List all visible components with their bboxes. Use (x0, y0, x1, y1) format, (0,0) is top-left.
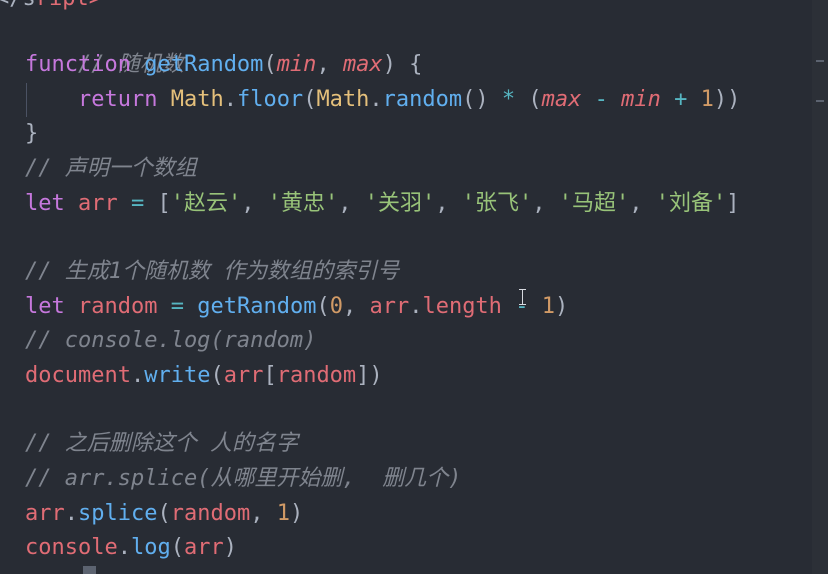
prop-length: length (422, 294, 502, 319)
var-random: random (170, 501, 251, 526)
comment-text: // console.log(random) (25, 328, 317, 353)
var-min: min (621, 87, 661, 112)
obj-document: document (25, 363, 131, 388)
code-line-document-write[interactable]: document.write(arr[random]) (25, 359, 383, 393)
code-line-comment-console[interactable]: // console.log(random) (25, 324, 316, 358)
code-line-comment-generate[interactable]: // 生成1个随机数 作为数组的索引号 (25, 255, 399, 289)
code-line-comment-delete[interactable]: // 之后删除这个 人的名字 (25, 427, 298, 461)
keyword-let: let (25, 294, 65, 319)
code-line-array-decl[interactable]: let arr = ['赵云', '黄忠', '关羽', '张飞', '马超',… (25, 187, 740, 221)
string-item: '马超' (558, 191, 630, 216)
code-line-random-decl[interactable]: let random = getRandom(0, arr.length - 1… (25, 290, 568, 324)
class-math: Math (316, 87, 370, 112)
number-literal: 1 (700, 87, 714, 112)
code-line-comment-random[interactable]: // 随机数 (25, 14, 184, 77)
var-arr: arr (78, 191, 118, 216)
scrollbar-marker (816, 100, 824, 102)
number-literal: 1 (276, 501, 290, 526)
var-arr: arr (223, 363, 264, 388)
method-floor: floor (236, 87, 304, 112)
operator-plus: + (674, 87, 688, 112)
var-arr: arr (25, 501, 65, 526)
code-editor[interactable]: </sript> // 随机数 function getRandom(min, … (0, 0, 828, 574)
class-math: Math (170, 87, 224, 112)
keyword-function: function (25, 52, 131, 77)
comment-text: // 声明一个数组 (25, 156, 197, 181)
param-max: max (342, 52, 383, 77)
operator-assign: = (131, 191, 145, 216)
var-random: random (276, 363, 357, 388)
comment-text: // 之后删除这个 人的名字 (25, 431, 298, 456)
var-arr: arr (183, 535, 224, 560)
method-random: random (382, 87, 463, 112)
string-item: '刘备' (655, 191, 727, 216)
number-literal: 0 (329, 294, 343, 319)
param-min: min (276, 52, 317, 77)
var-arr: arr (369, 294, 410, 319)
keyword-return: return (77, 87, 158, 112)
string-item: '赵云' (170, 191, 242, 216)
comment-text: // arr.splice(从哪里开始删, 删几个) (25, 466, 462, 491)
code-line-function-decl[interactable]: function getRandom(min, max) { (25, 48, 422, 82)
obj-console: console (25, 535, 118, 560)
var-random: random (78, 294, 158, 319)
code-line-comment-splice[interactable]: // arr.splice(从哪里开始删, 删几个) (25, 462, 461, 496)
closing-brace: } (25, 121, 39, 146)
scrollbar-marker (816, 60, 824, 62)
text-cursor-icon (519, 289, 527, 305)
string-item: '黄忠' (267, 191, 339, 216)
function-call-getrandom: getRandom (197, 294, 317, 319)
comment-text: // 生成1个随机数 作为数组的索引号 (25, 259, 400, 284)
method-log: log (130, 535, 171, 560)
horizontal-scrollbar-thumb[interactable] (83, 566, 96, 574)
code-line-console-log[interactable]: console.log(arr) (25, 531, 237, 565)
operator-multiply: * (501, 87, 516, 112)
operator-minus: - (594, 87, 608, 112)
function-name: getRandom (144, 52, 264, 77)
var-max: max (541, 87, 582, 112)
string-item: '关羽' (364, 191, 436, 216)
operator-assign: = (170, 294, 184, 319)
string-item: '张飞' (461, 191, 533, 216)
code-line-close-brace[interactable]: } (25, 117, 38, 151)
method-write: write (144, 363, 211, 388)
code-line-return[interactable]: return Math.floor(Math.random() * (max -… (25, 83, 754, 117)
method-splice: splice (78, 501, 158, 526)
code-line-splice[interactable]: arr.splice(random, 1) (25, 497, 303, 531)
vertical-scrollbar[interactable] (812, 0, 828, 574)
code-line-comment-array[interactable]: // 声明一个数组 (25, 152, 197, 186)
keyword-let: let (25, 191, 65, 216)
number-literal: 1 (541, 294, 555, 319)
